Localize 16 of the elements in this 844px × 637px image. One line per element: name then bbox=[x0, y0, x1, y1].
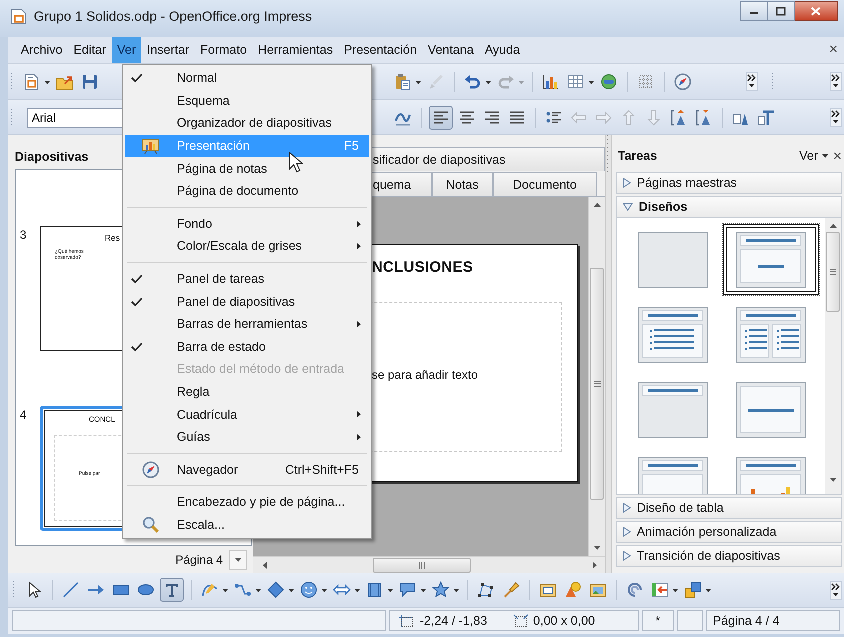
window-title: Grupo 1 Solidos.odp - OpenOffice.org Impress bbox=[34, 9, 312, 24]
size-reading: 0,00 x 0,00 bbox=[533, 614, 596, 628]
page-indicator: Página 4 / 4 bbox=[706, 610, 840, 632]
panel-title: Diapositivas bbox=[15, 149, 89, 166]
thumbnail-title: Res bbox=[105, 233, 120, 244]
pane-title: Tareas bbox=[618, 149, 658, 164]
placeholder-text: se para añadir texto bbox=[372, 368, 478, 382]
page-indicator: Página 4 bbox=[176, 553, 223, 568]
shortcut-label: F5 bbox=[344, 139, 359, 154]
slide-number: 3 bbox=[20, 228, 28, 242]
shortcut-label: Ctrl+Shift+F5 bbox=[285, 462, 359, 477]
slide-number: 4 bbox=[20, 408, 28, 422]
slide-title: NCLUSIONES bbox=[372, 259, 474, 276]
menu-item: Estado del método de entrada bbox=[176, 361, 346, 378]
position-reading: -2,24 / -1,83 bbox=[420, 614, 488, 628]
modified-indicator: * bbox=[642, 610, 674, 632]
